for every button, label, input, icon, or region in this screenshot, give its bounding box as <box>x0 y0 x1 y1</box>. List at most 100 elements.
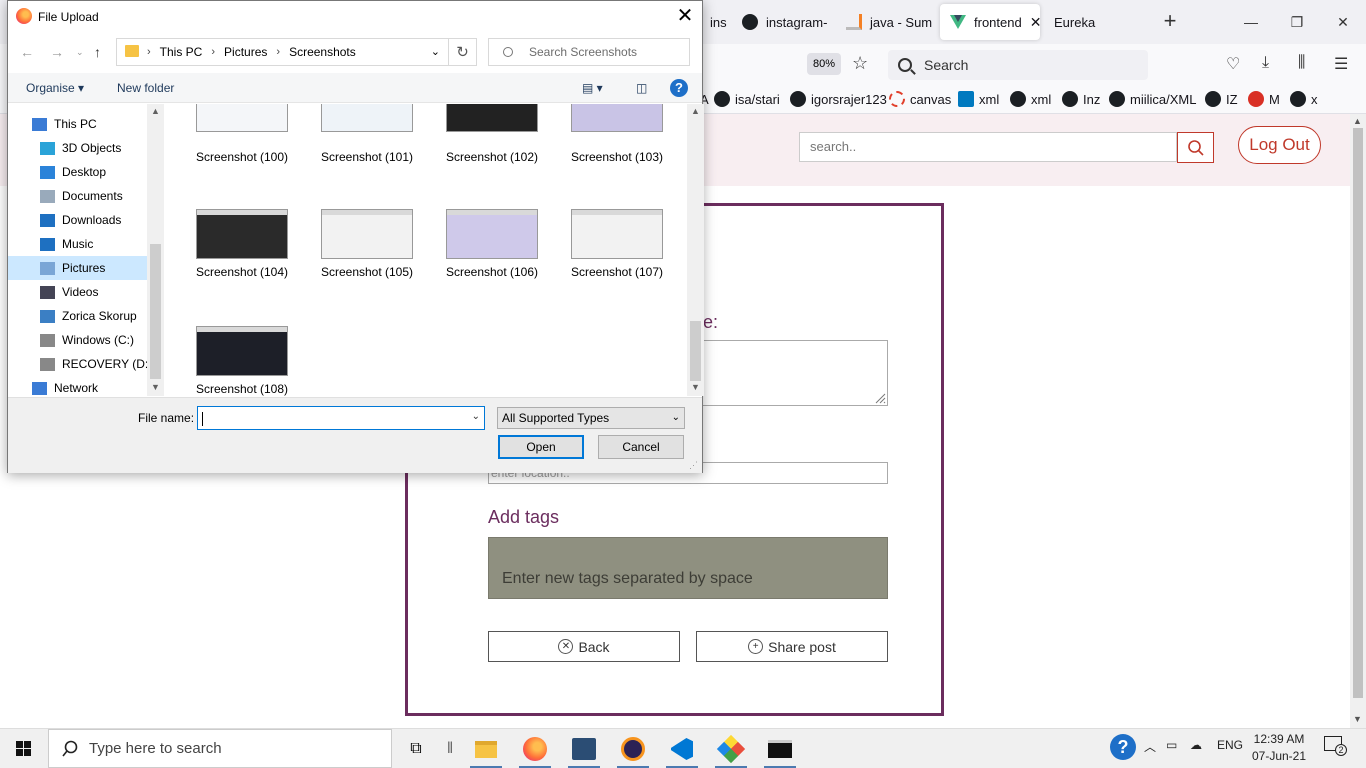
size-grip-icon[interactable]: ⋰ <box>689 460 698 471</box>
clock[interactable]: 12:39 AM 07-Jun-21 <box>1249 731 1309 765</box>
nav-scroll-thumb[interactable] <box>150 244 161 379</box>
dialog-title-bar[interactable]: File Upload ✕ <box>8 1 702 32</box>
open-button[interactable]: Open <box>498 435 584 459</box>
tab-java-sum[interactable]: java - Sum <box>836 4 936 40</box>
ssms-icon[interactable] <box>564 733 604 768</box>
site-search-button[interactable] <box>1177 132 1214 163</box>
page-scrollbar[interactable]: ▲ ▼ <box>1350 114 1366 728</box>
bookmark-item[interactable]: xml <box>958 89 999 109</box>
bookmark-item[interactable]: IZ <box>1205 89 1238 109</box>
zoom-indicator[interactable]: 80% <box>807 53 841 75</box>
tags-input[interactable]: Enter new tags separated by space <box>488 537 888 599</box>
bookmark-item[interactable]: canvas <box>889 89 951 109</box>
scroll-up-icon[interactable]: ▲ <box>151 106 160 116</box>
file-item[interactable]: Screenshot (102) <box>433 104 543 182</box>
notifications-icon[interactable]: 2 <box>1324 736 1347 756</box>
bookmark-item[interactable]: igorsrajer123 <box>790 89 887 109</box>
bookmark-item[interactable]: miilica/XML <box>1109 89 1196 109</box>
file-item[interactable]: Screenshot (106) <box>433 207 543 307</box>
recent-locations-icon[interactable]: ⌄ <box>76 47 84 58</box>
help-icon[interactable]: ? <box>670 79 688 97</box>
up-arrow-icon[interactable]: ↑ <box>94 44 101 60</box>
minimize-button[interactable]: — <box>1228 0 1274 44</box>
nav-item-zorica-skorup[interactable]: Zorica Skorup <box>8 304 148 328</box>
resize-handle-icon[interactable] <box>874 392 886 404</box>
nav-scrollbar[interactable]: ▲ ▼ <box>147 104 164 396</box>
restore-button[interactable]: ❐ <box>1274 0 1320 44</box>
bookmark-item[interactable]: Inz <box>1062 89 1100 109</box>
file-item[interactable]: Screenshot (107) <box>558 207 668 307</box>
dialog-close-button[interactable]: ✕ <box>668 3 702 31</box>
file-explorer-icon[interactable] <box>466 733 506 768</box>
new-tab-button[interactable]: + <box>1156 8 1184 36</box>
nav-item-windows-c[interactable]: Windows (C:) <box>8 328 148 352</box>
bookmark-star-icon[interactable]: ☆ <box>852 53 868 74</box>
tab-instagram[interactable]: instagram- <box>732 4 832 40</box>
dialog-search-input[interactable]: Search Screenshots <box>488 38 690 66</box>
share-post-button[interactable]: + Share post <box>696 631 888 662</box>
file-item[interactable]: Screenshot (105) <box>308 207 418 307</box>
nav-item-documents[interactable]: Documents <box>8 184 148 208</box>
scroll-up-icon[interactable]: ▲ <box>1353 116 1362 126</box>
breadcrumb-this-pc[interactable]: This PC <box>160 45 203 59</box>
nav-item-videos[interactable]: Videos <box>8 280 148 304</box>
file-item[interactable]: Screenshot (101) <box>308 104 418 182</box>
nav-item-recovery-d[interactable]: RECOVERY (D:) <box>8 352 152 376</box>
bookmark-item[interactable]: M <box>1248 89 1280 109</box>
battery-icon[interactable]: ▭ <box>1166 738 1177 752</box>
close-tab-icon[interactable]: ✕ <box>1030 14 1040 31</box>
nav-item-music[interactable]: Music <box>8 232 148 256</box>
preview-pane-icon[interactable]: ◫ <box>636 81 647 95</box>
bookmark-item[interactable]: xml <box>1010 89 1051 109</box>
onedrive-icon[interactable]: ☁ <box>1190 738 1202 752</box>
view-options-icon[interactable]: ▤ ▾ <box>582 81 603 95</box>
git-client-icon[interactable] <box>711 733 751 768</box>
back-arrow-icon[interactable]: ← <box>20 44 34 60</box>
chevron-down-icon[interactable]: ⌄ <box>472 411 480 422</box>
scroll-down-icon[interactable]: ▼ <box>151 382 160 392</box>
files-scroll-thumb[interactable] <box>690 321 701 381</box>
back-button[interactable]: ✕ Back <box>488 631 680 662</box>
scroll-down-icon[interactable]: ▼ <box>691 382 700 392</box>
new-folder-button[interactable]: New folder <box>117 81 174 95</box>
breadcrumb-pictures[interactable]: Pictures <box>224 45 267 59</box>
nav-item-desktop[interactable]: Desktop <box>8 160 148 184</box>
nav-item-pictures[interactable]: Pictures <box>8 256 148 280</box>
nav-item-downloads[interactable]: Downloads <box>8 208 148 232</box>
file-type-select[interactable]: All Supported Types ⌄ <box>497 407 685 429</box>
file-item[interactable]: Screenshot (100) <box>183 104 293 182</box>
show-hidden-icons-icon[interactable]: ︿ <box>1144 738 1156 755</box>
chevron-right-icon[interactable]: › <box>276 46 280 58</box>
vscode-icon[interactable] <box>662 733 702 768</box>
scroll-down-icon[interactable]: ▼ <box>1353 714 1362 724</box>
browser-search-bar[interactable]: Search <box>888 50 1148 80</box>
cancel-button[interactable]: Cancel <box>598 435 684 459</box>
refresh-button[interactable]: ↻ <box>449 38 477 66</box>
chevron-down-icon[interactable]: ⌄ <box>431 45 440 58</box>
file-item[interactable]: Screenshot (108) <box>183 324 293 396</box>
organise-button[interactable]: Organise ▾ <box>26 81 84 95</box>
downloads-icon[interactable]: ⤓ <box>1262 54 1269 72</box>
scroll-thumb[interactable] <box>1353 128 1363 698</box>
tab-eureka[interactable]: Eureka <box>1044 4 1144 40</box>
logout-button[interactable]: Log Out <box>1238 126 1321 164</box>
chevron-right-icon[interactable]: › <box>211 46 215 58</box>
taskbar-search[interactable]: Type here to search <box>48 729 392 768</box>
eclipse-icon[interactable] <box>613 733 653 768</box>
bookmark-item[interactable]: isa/stari <box>714 89 780 109</box>
nav-item-3d-objects[interactable]: 3D Objects <box>8 136 148 160</box>
terminal-icon[interactable] <box>760 733 800 768</box>
chevron-right-icon[interactable]: › <box>147 46 151 58</box>
bookmark-item[interactable]: x <box>1290 89 1318 109</box>
tab-ins[interactable]: ins <box>700 4 730 40</box>
library-icon[interactable]: ⫼ <box>1298 54 1305 72</box>
file-item[interactable]: Screenshot (104) <box>183 207 293 307</box>
nav-item-network[interactable]: Network <box>8 376 148 396</box>
files-scrollbar[interactable]: ▲ ▼ <box>687 104 704 396</box>
breadcrumb-screenshots[interactable]: Screenshots <box>289 45 356 59</box>
windows-start-button[interactable] <box>10 738 38 760</box>
file-name-input[interactable]: ⌄ <box>197 406 485 430</box>
site-search-input[interactable]: search.. <box>799 132 1177 162</box>
help-tray-icon[interactable]: ? <box>1110 734 1136 760</box>
tab-frontend[interactable]: frontend ✕ <box>940 4 1040 40</box>
